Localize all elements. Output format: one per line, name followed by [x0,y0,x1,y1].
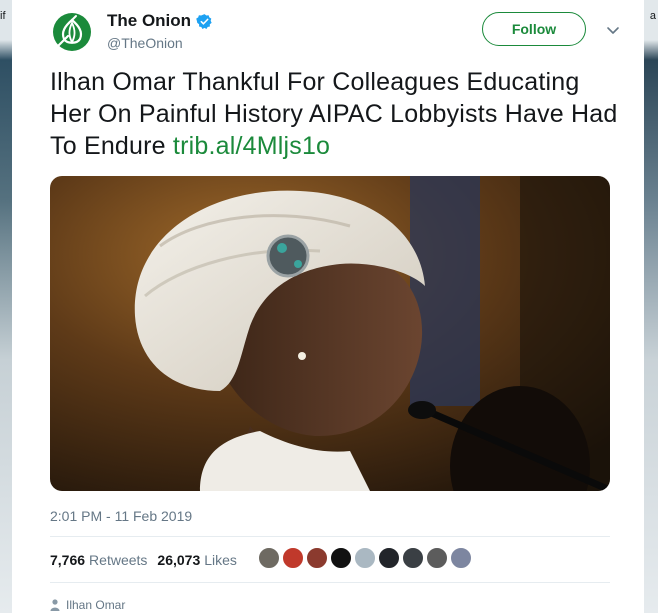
divider-top [50,536,610,537]
tweet-stats: 7,766 Retweets 26,073 Likes [50,552,237,568]
tweet-timestamp[interactable]: 2:01 PM - 11 Feb 2019 [50,508,192,524]
liker-avatar-4[interactable] [330,547,352,569]
liker-avatar-9[interactable] [450,547,472,569]
liker-avatar-6[interactable] [378,547,400,569]
background-text-right: a [649,10,656,22]
name-row: The Onion [107,11,213,31]
chevron-down-icon[interactable] [605,22,621,38]
retweets-stat[interactable]: 7,766 Retweets [50,552,147,568]
retweets-count: 7,766 [50,552,86,568]
liker-avatars [258,547,474,569]
liker-avatar-5[interactable] [354,547,376,569]
display-name[interactable]: The Onion [107,11,191,31]
mentioned-user-name[interactable]: Ilhan Omar [66,598,125,612]
photo-illustration [50,176,610,491]
tweet-image[interactable] [50,176,610,491]
likes-count: 26,073 [157,552,201,568]
verified-badge-icon [196,13,212,29]
handle[interactable]: @TheOnion [107,35,183,51]
likes-label: Likes [204,552,237,568]
background-text-left: if [0,10,6,22]
tweet-link[interactable]: trib.al/4Mljs1o [173,132,330,160]
liker-avatar-3[interactable] [306,547,328,569]
tweet-header: The Onion @TheOnion Follow [38,8,626,52]
background-page-right [644,0,658,613]
likes-stat[interactable]: 26,073 Likes [157,552,237,568]
mentioned-users: Ilhan Omar [50,598,125,612]
liker-avatar-2[interactable] [282,547,304,569]
background-page-left [0,0,12,613]
onion-logo-icon[interactable] [52,12,92,52]
liker-avatar-7[interactable] [402,547,424,569]
liker-avatar-1[interactable] [258,547,280,569]
divider-bottom [50,582,610,583]
liker-avatar-8[interactable] [426,547,448,569]
retweets-label: Retweets [89,552,148,568]
person-icon [50,599,60,611]
tweet-card: The Onion @TheOnion Follow Ilhan Omar Th… [12,0,644,613]
tweet-text: Ilhan Omar Thankful For Colleagues Educa… [50,66,620,162]
tweet-body: Ilhan Omar Thankful For Colleagues Educa… [50,68,618,160]
follow-button[interactable]: Follow [482,12,586,46]
